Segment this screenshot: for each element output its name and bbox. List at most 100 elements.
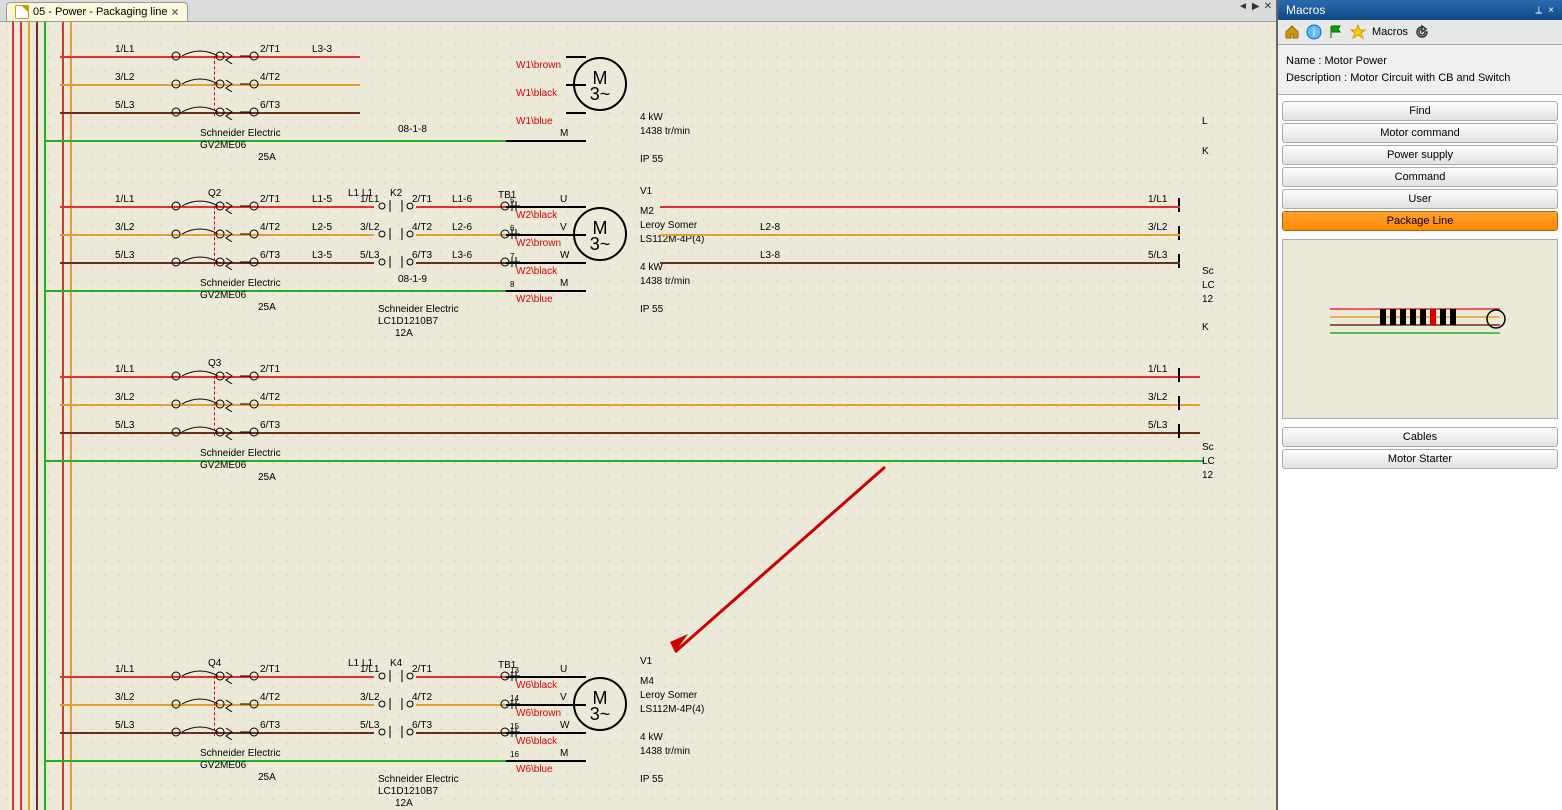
macros-panel: Macros ⟂ × i Macros Name : Motor Power D… [1277, 0, 1562, 810]
breaker-link [214, 676, 215, 736]
btn-command[interactable]: Command [1282, 167, 1558, 187]
macro-desc: Description : Motor Circuit with CB and … [1286, 70, 1554, 87]
svg-text:3~: 3~ [590, 234, 611, 254]
page-ref: L [1202, 116, 1208, 127]
btn-power-supply[interactable]: Power supply [1282, 145, 1558, 165]
terminal-label: 2/T1 [260, 664, 280, 675]
pin-icon[interactable]: ⟂ [1535, 5, 1542, 16]
wire-label: L1-5 [312, 194, 332, 205]
v-label: V1 [640, 656, 652, 667]
wire [416, 234, 506, 236]
wire [270, 404, 360, 406]
motor-info: M2 [640, 206, 654, 217]
model-label: GV2ME06 [200, 760, 246, 771]
wire [360, 404, 1200, 406]
page-ref: K [1202, 146, 1209, 157]
amp-label: 25A [258, 302, 276, 313]
wire [270, 676, 360, 678]
right-bus-label: 1/L1 [1148, 194, 1167, 205]
breaker-link [214, 206, 215, 266]
tab-nav: ◄ ▶ ✕ [1238, 1, 1272, 12]
tb-number: 15 [510, 722, 519, 731]
motor-info: Leroy Somer [640, 690, 697, 701]
doc-icon [15, 5, 29, 19]
amp-label: 25A [258, 472, 276, 483]
wire [566, 234, 586, 236]
flag-icon[interactable] [1328, 24, 1344, 40]
wire [660, 234, 1180, 236]
tab-close-all-icon[interactable]: ✕ [1264, 1, 1272, 12]
motor-terminal: U [560, 194, 567, 205]
tab-close-icon[interactable]: × [172, 5, 179, 19]
terminal-label: 6/T3 [260, 420, 280, 431]
schematic-canvas[interactable]: 1/L12/T1L3-33/L24/T25/L36/T3M08-1-8Schne… [0, 22, 1276, 810]
motor-info: 1438 tr/min [640, 126, 690, 137]
page-ref: K [1202, 322, 1209, 333]
home-icon[interactable] [1284, 24, 1300, 40]
tab-power-packaging[interactable]: 05 - Power - Packaging line × [6, 2, 188, 21]
info-icon[interactable]: i [1306, 24, 1322, 40]
terminal-label: 6/T3 [260, 100, 280, 111]
cable-label: W1\brown [516, 60, 561, 71]
btn-motor-starter[interactable]: Motor Starter [1282, 449, 1558, 469]
tb-number: 7 [510, 252, 514, 261]
tab-next-icon[interactable]: ▶ [1252, 1, 1260, 12]
btn-find[interactable]: Find [1282, 101, 1558, 121]
motor-symbol: M3~ [570, 204, 630, 269]
motor-info: 1438 tr/min [640, 276, 690, 287]
wire [416, 262, 506, 264]
breaker-link [214, 56, 215, 116]
tb-number: 13 [510, 666, 519, 675]
btn-package-line[interactable]: Package Line [1282, 211, 1558, 231]
cable-label: W1\black [516, 88, 557, 99]
motor-symbol: M3~ [570, 54, 630, 119]
wire [270, 206, 360, 208]
wire [360, 432, 1200, 434]
right-bus-label: 3/L2 [1148, 392, 1167, 403]
cable-label: W2\black [516, 210, 557, 221]
annotation-arrow [660, 462, 890, 667]
tb-number: 8 [510, 280, 514, 289]
motor-terminal: M [560, 278, 568, 289]
terminal-label: 1/L1 [115, 364, 134, 375]
motor-info: LS112M-4P(4) [640, 704, 704, 715]
cable-label: W2\black [516, 266, 557, 277]
terminal-label: 3/L2 [115, 392, 134, 403]
bus-tick [1178, 226, 1180, 240]
macro-name: Name : Motor Power [1286, 53, 1554, 70]
btn-motor-command[interactable]: Motor command [1282, 123, 1558, 143]
amp-label: 12A [395, 328, 413, 339]
cable-label: W6\blue [516, 764, 553, 775]
wire [360, 676, 374, 678]
right-bus-label: 3/L2 [1148, 222, 1167, 233]
right-bus-label: 5/L3 [1148, 420, 1167, 431]
mfr-label: Schneider Electric [378, 774, 459, 785]
btn-cables[interactable]: Cables [1282, 427, 1558, 447]
wire [270, 262, 360, 264]
amp-label: 25A [258, 152, 276, 163]
wire [566, 704, 586, 706]
page-ref: 12 [1202, 294, 1213, 305]
wire [416, 732, 506, 734]
model-label: GV2ME06 [200, 140, 246, 151]
pe-wire [44, 140, 580, 142]
star-icon[interactable] [1350, 24, 1366, 40]
btn-user[interactable]: User [1282, 189, 1558, 209]
motor-terminal: M [560, 748, 568, 759]
wire [270, 376, 360, 378]
terminal-label: 4/T2 [260, 692, 280, 703]
tab-prev-icon[interactable]: ◄ [1238, 1, 1248, 12]
panel-close-icon[interactable]: × [1548, 5, 1554, 16]
amp-label: 25A [258, 772, 276, 783]
page-ref: Sc [1202, 266, 1214, 277]
wire-label: L3-5 [312, 250, 332, 261]
wire [270, 732, 360, 734]
refresh-icon[interactable] [1414, 24, 1430, 40]
v-label: V1 [640, 186, 652, 197]
model-label: LC1D1210B7 [378, 786, 438, 797]
wire [270, 56, 360, 58]
contactor-tag: K2 [390, 188, 402, 199]
wire [416, 206, 506, 208]
terminal-label: 5/L3 [115, 250, 134, 261]
terminal-label: 2/T1 [260, 44, 280, 55]
